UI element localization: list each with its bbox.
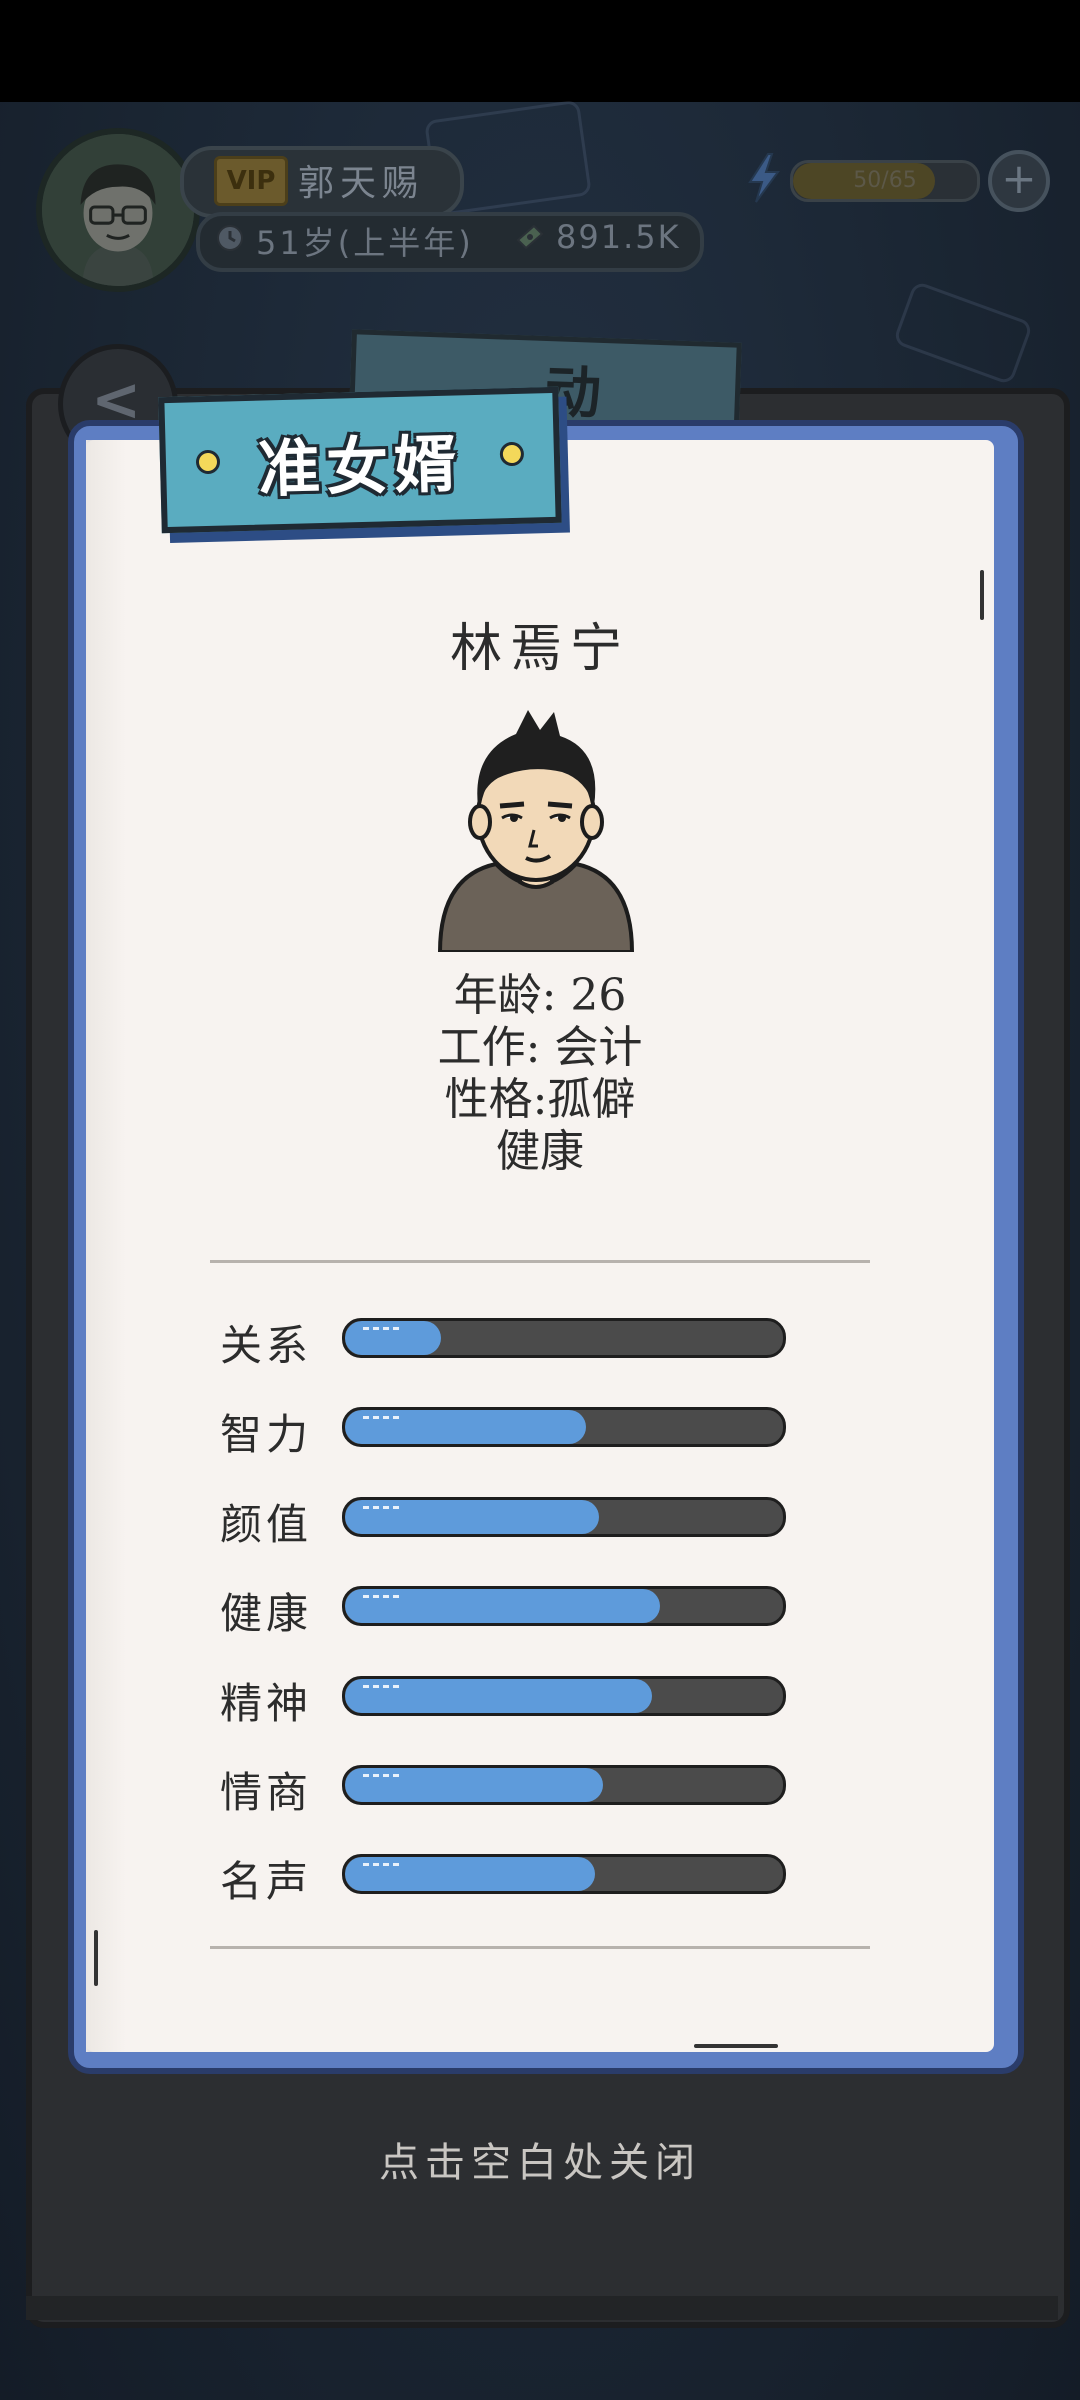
stat-label: 关系 (220, 1321, 313, 1370)
divider-top (210, 1260, 870, 1263)
stat-row: 精神 (220, 1674, 800, 1728)
stat-bar-shine (363, 1863, 399, 1870)
title-ribbon: 准女婿 (158, 386, 562, 534)
stat-row: 情商 (220, 1763, 800, 1817)
stat-row: 颜值 (220, 1495, 800, 1549)
stat-bar-shine (363, 1774, 399, 1781)
stat-bar (342, 1407, 786, 1448)
clock-icon (217, 225, 243, 251)
person-details: 年龄: 26 工作: 会计 性格:孤僻 健康 (86, 970, 994, 1178)
player-name: 郭天赐 (298, 163, 425, 204)
vip-badge[interactable]: VIP (214, 156, 288, 206)
stat-label: 健康 (220, 1589, 313, 1639)
person-health: 健康 (496, 1126, 584, 1177)
stat-row: 关系 (220, 1316, 800, 1370)
person-personality: 性格:孤僻 (444, 1074, 636, 1125)
stat-label: 名声 (220, 1857, 313, 1907)
stat-bar-shine (363, 1595, 399, 1602)
card-title: 准女婿 (257, 427, 464, 506)
person-age: 年龄: 26 (453, 970, 627, 1021)
stat-bar (342, 1318, 786, 1358)
stat-bar (342, 1675, 786, 1716)
stat-row: 名声 (220, 1852, 800, 1906)
paper-edge (86, 440, 126, 2052)
energy-bar: 50/65 (790, 160, 980, 202)
scroll-indicator (94, 1930, 98, 1986)
stat-bar (342, 1854, 786, 1895)
stat-label: 情商 (220, 1768, 313, 1817)
close-hint[interactable]: 点击空白处关闭 (0, 2130, 1080, 2188)
divider-bottom (210, 1946, 870, 1949)
scroll-indicator (694, 2044, 778, 2048)
stat-bar (342, 1765, 786, 1805)
stat-label: 智力 (220, 1410, 313, 1460)
stat-bar-shine (363, 1684, 399, 1692)
background-panel-bottom (26, 2296, 1058, 2320)
person-name: 林焉宁 (449, 619, 630, 679)
person-portrait (437, 710, 635, 952)
person-job: 工作: 会计 (437, 1022, 643, 1073)
energy-value: 50/65 (853, 168, 917, 193)
energy-bolt-icon (748, 153, 780, 203)
add-energy-button[interactable]: + (988, 150, 1050, 212)
player-avatar-icon (42, 134, 194, 286)
stat-bar-shine (363, 1416, 399, 1423)
stat-label: 颜值 (220, 1499, 313, 1549)
player-age: 51岁(上半年) (256, 224, 474, 262)
money-icon (516, 224, 544, 250)
stat-label: 精神 (220, 1678, 313, 1728)
stat-bar (342, 1586, 786, 1627)
stat-bar-shine (363, 1327, 399, 1334)
player-money: 891.5K (556, 218, 681, 256)
status-bar (0, 0, 1080, 102)
stat-bar-shine (363, 1505, 399, 1513)
stat-bar (342, 1496, 786, 1537)
player-avatar[interactable] (36, 128, 200, 292)
stat-row: 智力 (220, 1405, 800, 1459)
stat-row: 健康 (220, 1584, 800, 1638)
